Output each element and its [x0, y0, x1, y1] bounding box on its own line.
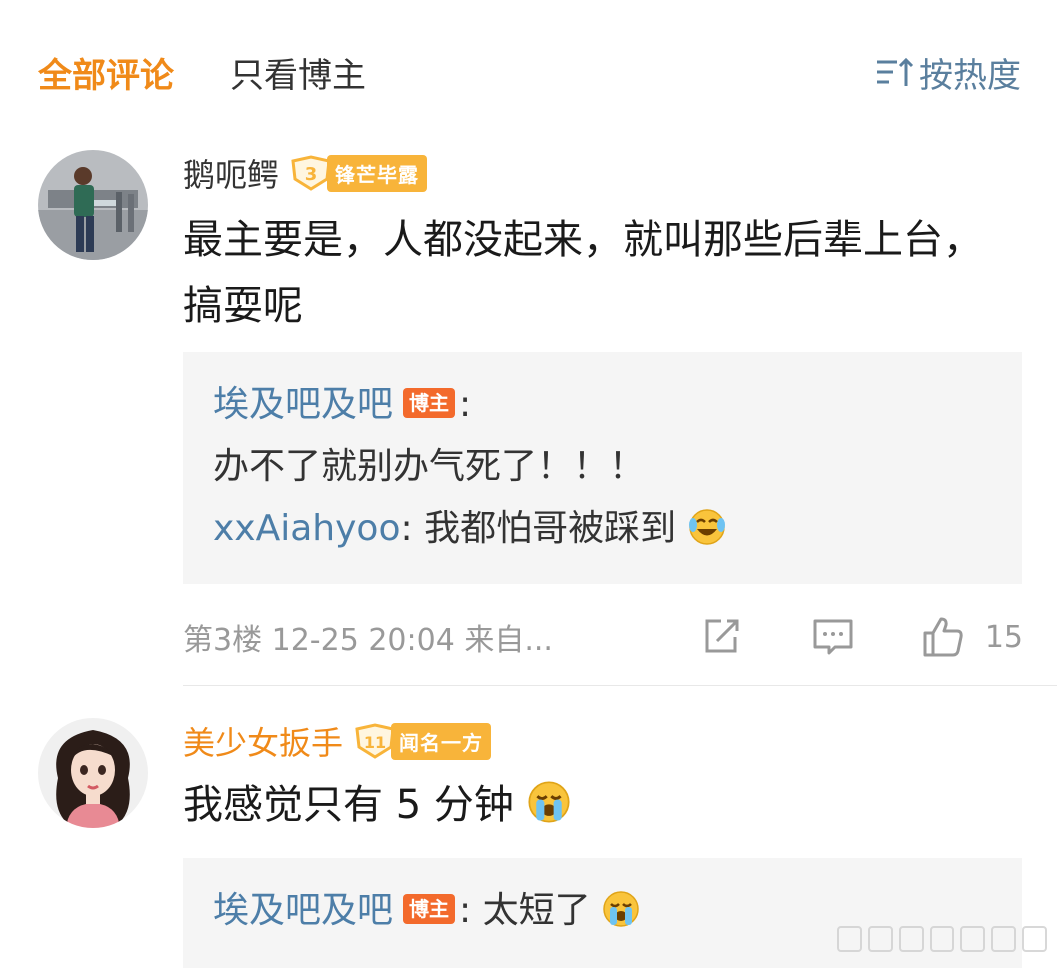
laugh-cry-emoji [688, 509, 725, 545]
reply-item: xxAiahyoo: 我都怕哥被踩到 [213, 498, 992, 560]
comment-text: 我感觉只有 5 分钟 [183, 772, 1003, 838]
watermark [837, 926, 1048, 952]
username[interactable]: 美少女扳手 [183, 718, 343, 764]
comment-tabs: 全部评论 只看博主 按热度 [0, 0, 1057, 135]
sort-icon [877, 57, 914, 86]
blogger-tag: 博主 [403, 388, 456, 418]
sort-button[interactable]: 按热度 [875, 48, 1021, 97]
level-title: 锋芒毕露 [327, 154, 428, 192]
reply-text: 我都怕哥被踩到 [424, 508, 677, 549]
like-button[interactable]: 15 [921, 615, 1023, 659]
comment-text: 最主要是，人都没起来，就叫那些后辈上台，搞耍呢 [183, 217, 983, 329]
reply-box[interactable]: 埃及吧及吧 博主: 办不了就别办气死了！！！ xxAiahyoo: 我都怕哥被踩到 [183, 352, 1022, 584]
share-icon [705, 619, 739, 653]
comment-icon [813, 619, 853, 655]
share-button[interactable] [699, 615, 743, 659]
reply-text: 办不了就别办气死了！！！ [213, 446, 646, 487]
sort-label: 按热度 [919, 56, 1021, 96]
avatar[interactable] [38, 150, 148, 260]
comment-footer: 第3楼 12-25 20:04 来自... 15 [183, 612, 1023, 662]
crying-emoji [528, 781, 570, 823]
username-row: 鹅呃鳄 3 锋芒毕露 [183, 150, 428, 196]
comment-button[interactable] [811, 615, 855, 659]
level-badge: 11 闻名一方 [353, 722, 492, 760]
reply-text: 太短了 [482, 890, 591, 931]
crying-emoji [603, 891, 639, 927]
comment-meta: 第3楼 12-25 20:04 来自... [183, 623, 553, 658]
username-row: 美少女扳手 11 闻名一方 [183, 718, 492, 764]
reply-item: 埃及吧及吧 博主: 办不了就别办气死了！！！ [213, 374, 992, 498]
tab-blogger-only[interactable]: 只看博主 [230, 48, 366, 97]
username[interactable]: 鹅呃鳄 [183, 150, 279, 196]
like-count: 15 [984, 619, 1023, 655]
svg-text:11: 11 [364, 733, 386, 752]
avatar[interactable] [38, 718, 148, 828]
blogger-tag: 博主 [403, 894, 456, 924]
reply-username[interactable]: 埃及吧及吧 [213, 384, 393, 425]
comment-text-body: 我感觉只有 5 分钟 [183, 782, 514, 828]
reply-username[interactable]: xxAiahyoo [213, 508, 400, 549]
level-title: 闻名一方 [391, 722, 492, 760]
svg-text:3: 3 [305, 164, 318, 185]
tab-all-comments[interactable]: 全部评论 [38, 48, 174, 97]
reply-username[interactable]: 埃及吧及吧 [213, 890, 393, 931]
comment-divider [183, 685, 1057, 686]
thumbs-up-icon [923, 617, 963, 657]
level-badge: 3 锋芒毕露 [289, 154, 428, 192]
